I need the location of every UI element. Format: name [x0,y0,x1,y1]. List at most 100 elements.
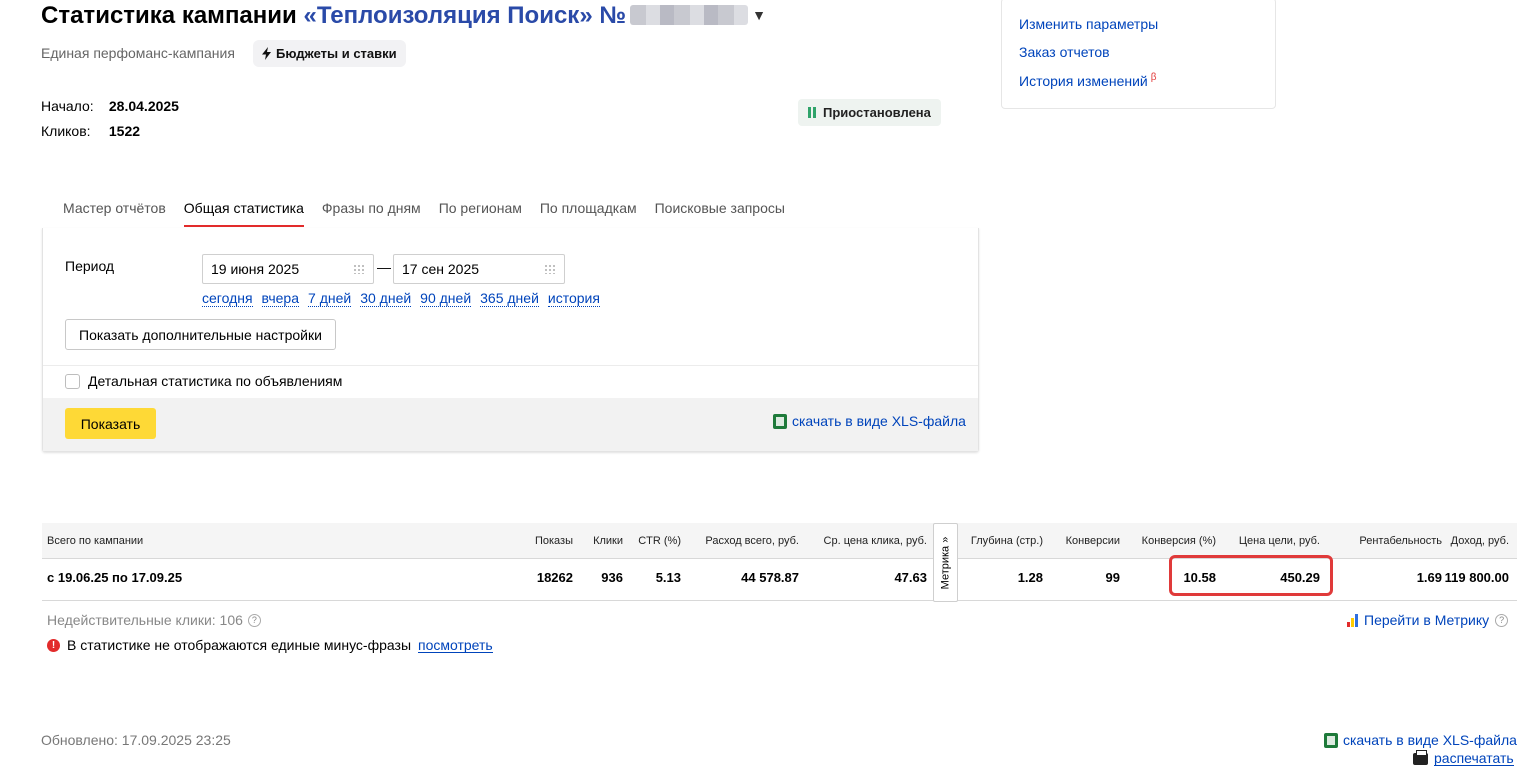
order-reports-link[interactable]: Заказ отчетов [1019,44,1110,60]
cell-depth: 1.28 [1017,570,1043,585]
col-goal-cost: Цена цели, руб. [1238,535,1320,547]
minus-phrases-text: В статистике не отображаются единые мину… [67,637,412,653]
quick-periods: сегодня вчера 7 дней 30 дней 90 дней 365… [202,291,600,307]
invalid-clicks-label: Недействительные клики: 106 [47,612,243,628]
lightning-icon [262,47,271,60]
quick-period-history[interactable]: история [547,291,600,307]
detailed-stats-row[interactable]: Детальная статистика по объявлениям [65,373,342,389]
warning-icon: ! [47,638,60,652]
minus-phrases-warning: ! В статистике не отображаются единые ми… [47,637,493,653]
redacted-campaign-number [630,5,749,25]
start-date-row: Начало: 28.04.2025 [41,98,179,114]
tab-phrases-by-day[interactable]: Фразы по дням [322,200,421,227]
detailed-stats-checkbox[interactable] [65,373,80,389]
quick-period-today[interactable]: сегодня [202,291,253,307]
col-conv-rate: Конверсия (%) [1141,535,1216,547]
date-from-value: 19 июня 2025 [211,261,300,277]
start-date-label: Начало: [41,98,94,114]
excel-icon [1324,732,1338,748]
col-ctr: CTR (%) [638,535,681,547]
campaign-name: «Теплоизоляция Поиск» № [303,2,627,29]
clicks-row: Кликов: 1522 [41,123,140,139]
quick-period-7-days[interactable]: 7 дней [308,291,352,307]
metrika-toggle-label: Метрика » [939,536,952,589]
quick-period-365-days[interactable]: 365 дней [480,291,539,307]
goto-metrika-label: Перейти в Метрику [1364,612,1490,628]
cell-period: с 19.06.25 по 17.09.25 [47,570,183,585]
col-total: Всего по кампании [47,535,144,547]
status-label: Приостановлена [823,105,931,120]
period-dash: — [377,259,391,275]
clicks-label: Кликов: [41,123,91,139]
cell-conversions: 99 [1105,570,1120,585]
show-button[interactable]: Показать [65,408,156,439]
period-label: Период [65,258,115,274]
excel-icon [773,413,787,429]
cell-spend: 44 578.87 [741,570,799,585]
calendar-icon[interactable] [353,264,365,274]
print-label: распечатать [1434,750,1514,766]
help-icon[interactable]: ? [1495,613,1509,627]
edit-params-link[interactable]: Изменить параметры [1019,16,1158,32]
tab-by-regions[interactable]: По регионам [439,200,522,227]
tab-report-wizard[interactable]: Мастер отчётов [63,200,166,227]
tab-search-queries[interactable]: Поисковые запросы [655,200,785,227]
minus-phrases-link[interactable]: посмотреть [418,638,493,653]
divider [43,365,978,366]
col-cpc: Ср. цена клика, руб. [823,535,927,547]
cell-clicks: 936 [601,570,623,585]
detailed-stats-label: Детальная статистика по объявлениям [88,373,343,389]
footer-download-xls-label: скачать в виде XLS-файла [1343,732,1517,748]
updated-timestamp: Обновлено: 17.09.2025 23:25 [41,732,231,748]
budgets-bids-label: Бюджеты и ставки [276,46,397,61]
col-depth: Глубина (стр.) [970,535,1043,547]
col-conversions: Конверсии [1065,535,1120,547]
footer-download-xls-link[interactable]: скачать в виде XLS-файла [1324,732,1517,748]
cell-revenue: 119 800.00 [1444,570,1509,585]
printer-icon [1413,749,1428,765]
page-title-prefix: Статистика кампании [41,2,297,29]
date-to-value: 17 сен 2025 [402,261,480,277]
quick-period-30-days[interactable]: 30 дней [360,291,412,307]
change-history-label: История изменений [1019,73,1148,89]
budgets-bids-button[interactable]: Бюджеты и ставки [253,40,406,67]
download-xls-link[interactable]: скачать в виде XLS-файла [773,413,966,429]
print-link[interactable]: распечатать [1413,749,1514,766]
cell-cpc: 47.63 [894,570,927,585]
col-clicks: Клики [593,535,623,547]
col-spend: Расход всего, руб. [705,535,799,547]
quick-period-yesterday[interactable]: вчера [261,291,300,307]
invalid-clicks-note: Недействительные клики: 106 ? [47,612,261,628]
quick-period-90-days[interactable]: 90 дней [420,291,472,307]
cell-roi: 1.69 [1416,570,1442,585]
chevron-down-icon[interactable]: ▼ [752,7,766,23]
highlight-annotation [1169,555,1333,596]
tab-general-stats[interactable]: Общая статистика [183,200,304,227]
report-tabs: Мастер отчётов Общая статистика Фразы по… [63,200,785,227]
date-from-input[interactable]: 19 июня 2025 [202,254,374,284]
pause-icon [808,107,816,118]
download-xls-label: скачать в виде XLS-файла [792,413,966,429]
help-icon[interactable]: ? [247,613,261,627]
more-settings-button[interactable]: Показать дополнительные настройки [65,319,336,350]
beta-badge: β [1150,72,1157,83]
calendar-icon[interactable] [544,264,556,274]
date-to-input[interactable]: 17 сен 2025 [393,254,565,284]
col-shows: Показы [534,535,573,547]
col-roi: Рентабельность [1359,535,1442,547]
filter-panel: Период 19 июня 2025 — 17 сен 2025 сегодн… [42,228,979,452]
campaign-type: Единая перфоманс-кампания [41,45,235,61]
campaign-actions-card: Изменить параметры Заказ отчетов История… [1001,0,1276,109]
status-badge: Приостановлена [798,99,941,126]
tab-by-placements[interactable]: По площадкам [540,200,637,227]
cell-ctr: 5.13 [655,570,681,585]
start-date-value: 28.04.2025 [108,98,179,114]
metrika-toggle[interactable]: Метрика » [933,523,958,602]
goto-metrika-link[interactable]: Перейти в Метрику ? [1347,612,1509,628]
col-revenue: Доход, руб. [1450,535,1509,547]
change-history-link[interactable]: История изменений β [1019,72,1157,89]
page-title: Статистика кампании «Теплоизоляция Поиск… [41,0,766,31]
metrika-logo-icon [1347,613,1358,627]
cell-shows: 18262 [536,570,573,585]
clicks-value: 1522 [108,123,141,139]
